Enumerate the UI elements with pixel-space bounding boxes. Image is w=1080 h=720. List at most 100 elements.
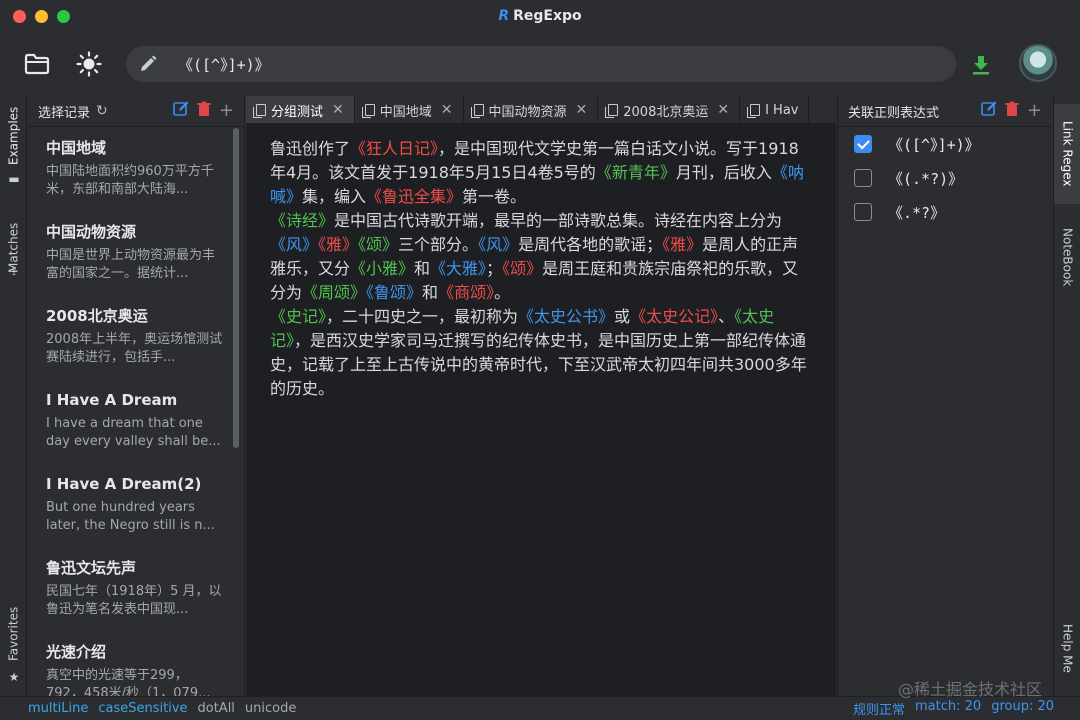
regex-match: 《雅》 <box>662 235 703 254</box>
regex-pattern: 《.*?》 <box>888 203 946 222</box>
regex-match: 《颂》 <box>502 259 543 278</box>
folder-icon[interactable] <box>24 52 50 76</box>
editor-text: ，是西汉史学家司马迁撰写的纪传体史书，是中国历史上第一部纪传体通史，记载了上至上… <box>270 331 807 398</box>
regex-match: 《风》 <box>478 235 519 254</box>
checkbox[interactable] <box>854 203 872 221</box>
editor-text: 、 <box>718 307 735 326</box>
regex-match: 《史记》 <box>270 307 327 326</box>
record-title: 中国地域 <box>46 139 107 157</box>
list-item[interactable]: I Have A Dream I have a dream that one d… <box>46 387 244 471</box>
editor-text: 和 <box>422 283 439 302</box>
regex-pattern: 《(.*?)》 <box>888 169 964 188</box>
tab-notebook[interactable]: NoteBook <box>1054 212 1080 302</box>
flag-case-sensitive[interactable]: caseSensitive <box>98 701 187 716</box>
link-regex-label: Link Regex <box>1060 121 1075 187</box>
text-editor[interactable]: 鲁迅创作了《狂人日记》，是中国现代文学史第一篇白话文小说。写于1918年4月。该… <box>246 124 836 696</box>
document-icon <box>253 104 266 118</box>
download-icon[interactable] <box>968 52 994 78</box>
tab-link-regex[interactable]: Link Regex <box>1054 104 1080 204</box>
regex-match: 《颂》 <box>358 235 399 254</box>
list-item[interactable]: 中国地域 中国陆地面积约960万平方千米，东部和南部大陆海... <box>46 135 244 219</box>
edit-icon[interactable] <box>981 101 997 121</box>
record-title: 鲁迅文坛先声 <box>46 559 137 577</box>
tab-i-have-a-dream[interactable]: I Hav <box>740 96 810 123</box>
editor-tabs: 分组测试 ✕ 中国地域 ✕ 中国动物资源 ✕ 2008北京奥运 ✕ I Hav <box>246 96 836 124</box>
linked-regex-item[interactable]: 《.*?》 <box>838 195 1052 229</box>
list-item[interactable]: 中国动物资源 中国是世界上动物资源最为丰富的国家之一。据统计... <box>46 219 244 303</box>
list-item[interactable]: I Have A Dream(2) But one hundred years … <box>46 471 244 555</box>
flag-multiline[interactable]: multiLine <box>28 701 88 716</box>
linked-regex-item[interactable]: 《([^》]+)》 <box>838 127 1052 161</box>
list-item[interactable]: 2008北京奥运 2008年上半年，奥运场馆测试赛陆续进行，包括手... <box>46 303 244 387</box>
add-icon[interactable]: + <box>219 102 234 120</box>
editor-text: 是周代各地的歌谣； <box>518 235 663 254</box>
tab-fenzu-ceshi[interactable]: 分组测试 ✕ <box>246 96 355 123</box>
tab-help-me[interactable]: Help Me <box>1054 608 1080 688</box>
tab-dongwu-ziyuan[interactable]: 中国动物资源 ✕ <box>464 96 599 123</box>
help-me-label: Help Me <box>1060 623 1075 673</box>
regex-match: 《鲁迅全集》 <box>366 187 463 206</box>
document-icon <box>361 104 375 118</box>
refresh-icon[interactable]: ↻ <box>96 103 108 119</box>
linked-regex-panel: 关联正则表达式 + 《([^》]+)》 《(.*?)》 《.*?》 <box>837 96 1052 696</box>
tab-label: 2008北京奥运 <box>623 104 709 120</box>
tab-zhongguo-diyu[interactable]: 中国地域 ✕ <box>355 96 464 123</box>
record-title: I Have A Dream(2) <box>46 475 202 493</box>
close-icon[interactable]: ✕ <box>332 102 344 118</box>
regex-pattern: 《([^》]+)》 <box>888 135 980 154</box>
group-count: group: 20 <box>991 699 1054 714</box>
regex-match: 《小雅》 <box>350 259 415 278</box>
pencil-icon <box>126 55 170 73</box>
records-scrollbar[interactable] <box>233 128 239 448</box>
record-snippet: 中国陆地面积约960万平方千米，东部和南部大陆海... <box>46 164 214 197</box>
theme-sun-icon[interactable] <box>76 51 102 77</box>
editor-text: 。 <box>494 283 511 302</box>
record-title: 2008北京奥运 <box>46 307 148 325</box>
close-icon[interactable]: ✕ <box>576 102 588 118</box>
regex-match: 《鲁颂》 <box>366 283 423 302</box>
app-name: RegExpo <box>513 8 582 24</box>
app-title: R RegExpo <box>0 8 1080 24</box>
regex-match: 《狂人日记》 <box>350 139 439 158</box>
tab-favorites[interactable]: Favorites <box>0 604 27 664</box>
editor-text: 第一卷。 <box>462 187 527 206</box>
checkbox[interactable] <box>854 135 872 153</box>
list-item[interactable]: 光速介绍 真空中的光速等于299，792，458米/秒（1，079... <box>46 639 244 696</box>
user-avatar[interactable] <box>1019 44 1057 82</box>
document-icon <box>747 104 761 118</box>
record-snippet: 中国是世界上动物资源最为丰富的国家之一。据统计... <box>46 248 216 281</box>
linked-regex-item[interactable]: 《(.*?)》 <box>838 161 1052 195</box>
left-tool-strip: Examples ▬ Matches ⟟ Favorites ★ <box>0 96 27 696</box>
tab-label: 中国动物资源 <box>488 104 567 120</box>
regex-match: 《诗经》 <box>270 211 335 230</box>
linked-regex-title: 关联正则表达式 <box>848 105 940 121</box>
editor-text: ； <box>486 259 503 278</box>
app-logo-icon: R <box>498 8 510 24</box>
record-title: 中国动物资源 <box>46 223 137 241</box>
add-icon[interactable]: + <box>1027 102 1042 120</box>
record-snippet: 民国七年（1918年）5 月，以鲁迅为笔名发表中国现... <box>46 584 222 617</box>
close-icon[interactable]: ✕ <box>717 102 729 118</box>
flag-dotall[interactable]: dotAll <box>198 701 235 716</box>
flag-unicode[interactable]: unicode <box>245 701 296 716</box>
checkbox[interactable] <box>854 169 872 187</box>
tab-beijing-aoyun[interactable]: 2008北京奥运 ✕ <box>598 96 741 123</box>
delete-icon[interactable] <box>197 101 211 121</box>
regex-input[interactable] <box>170 55 956 73</box>
edit-icon[interactable] <box>173 101 189 121</box>
watermark: @稀土掘金技术社区 <box>898 680 1043 699</box>
close-icon[interactable]: ✕ <box>441 102 453 118</box>
records-title: 选择记录 <box>38 105 91 121</box>
tab-examples[interactable]: Examples <box>0 106 27 166</box>
regex-match: 《新青年》 <box>595 163 676 182</box>
regex-state: 规则正常 <box>853 703 906 718</box>
git-icon: ⟟ <box>11 264 17 278</box>
record-title: I Have A Dream <box>46 391 178 409</box>
linked-regex-header: 关联正则表达式 + <box>838 96 1052 127</box>
tab-label: I Hav <box>765 102 799 118</box>
document-icon <box>470 104 484 118</box>
list-item[interactable]: 鲁迅文坛先声 民国七年（1918年）5 月，以鲁迅为笔名发表中国现... <box>46 555 244 639</box>
editor-text: 和 <box>414 259 431 278</box>
delete-icon[interactable] <box>1005 101 1019 121</box>
regex-match: 《太史公记》 <box>630 307 719 326</box>
